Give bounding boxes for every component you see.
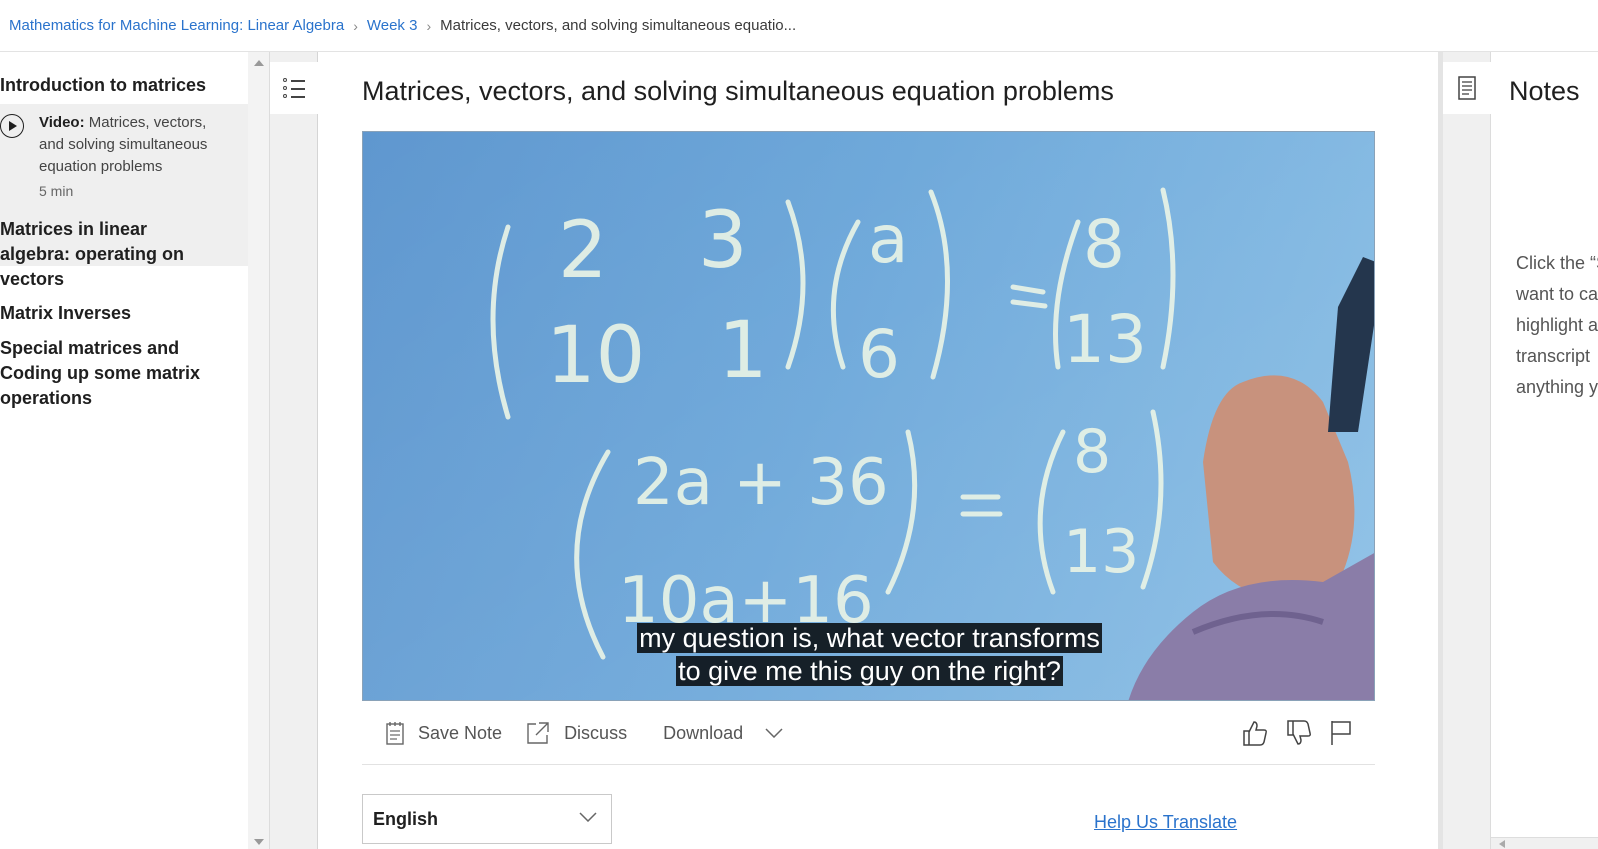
- chevron-right-icon: ›: [426, 17, 432, 34]
- notes-horizontal-scrollbar[interactable]: [1491, 837, 1598, 849]
- page-title: Matrices, vectors, and solving simultane…: [362, 76, 1114, 106]
- outline-toggle-button[interactable]: [270, 62, 318, 114]
- thumbs-up-icon[interactable]: [1241, 719, 1269, 747]
- svg-text:a: a: [868, 201, 908, 278]
- notes-document-icon: [1458, 76, 1476, 100]
- language-value: English: [373, 808, 439, 829]
- svg-text:2a + 36: 2a + 36: [633, 446, 889, 520]
- breadcrumb-current: Matrices, vectors, and solving simultane…: [440, 17, 797, 34]
- external-link-icon: [527, 722, 549, 744]
- transcript-language-select[interactable]: English: [362, 794, 612, 844]
- scroll-up-arrow-icon[interactable]: [254, 60, 264, 66]
- lesson-type-label: Video:: [39, 114, 85, 131]
- notes-hint-line: transcript: [1516, 346, 1591, 366]
- chevron-right-icon: ›: [353, 17, 358, 34]
- flag-icon[interactable]: [1329, 719, 1353, 747]
- svg-text:8: 8: [1073, 417, 1111, 487]
- whiteboard-video-frame: 2 3 10 1 a 6 8 13 2a + 36 10a+16 8 13: [363, 132, 1374, 700]
- sidebar-section-intro[interactable]: Introduction to matrices: [0, 73, 216, 98]
- svg-text:6: 6: [858, 316, 900, 393]
- notes-panel: Notes Click the “S want to ca highlight …: [1491, 52, 1598, 849]
- discuss-label: Discuss: [564, 722, 628, 743]
- lecture-main: Matrices, vectors, and solving simultane…: [318, 52, 1438, 849]
- lesson-duration: 5 min: [39, 183, 74, 199]
- svg-text:10: 10: [546, 311, 645, 401]
- svg-text:2: 2: [558, 206, 608, 296]
- notes-toggle-button[interactable]: [1443, 62, 1491, 114]
- list-icon: [283, 78, 305, 98]
- breadcrumb-week-link[interactable]: Week 3: [367, 17, 418, 34]
- save-note-button[interactable]: Save Note: [386, 721, 502, 745]
- notes-title: Notes: [1509, 76, 1580, 106]
- course-outline-sidebar: Introduction to matrices Video: Matrices…: [0, 52, 248, 849]
- breadcrumb-course-link[interactable]: Mathematics for Machine Learning: Linear…: [9, 17, 344, 34]
- sidebar-section-inverses[interactable]: Matrix Inverses: [0, 301, 141, 326]
- play-circle-icon: [0, 114, 24, 138]
- sidebar-section-special[interactable]: Special matrices and Coding up some matr…: [0, 336, 215, 411]
- svg-text:1: 1: [718, 306, 768, 396]
- download-button[interactable]: Download: [663, 723, 797, 744]
- download-label: Download: [663, 722, 744, 743]
- scroll-down-arrow-icon[interactable]: [254, 839, 264, 845]
- svg-text:13: 13: [1063, 517, 1139, 587]
- video-toolbar: Save Note Discuss Download: [362, 702, 1375, 765]
- caption-line-2: to give me this guy on the right?: [676, 656, 1063, 686]
- chevron-down-icon: [579, 812, 597, 822]
- notes-hint: Click the “S want to ca highlight a tran…: [1516, 248, 1598, 403]
- svg-text:8: 8: [1083, 206, 1125, 283]
- outline-toggle-strip: [270, 52, 318, 849]
- svg-text:3: 3: [698, 196, 748, 286]
- notes-hint-line: want to ca: [1516, 284, 1598, 304]
- help-us-translate-link[interactable]: Help Us Translate: [1094, 812, 1237, 833]
- caption-line-1: my question is, what vector transforms: [637, 623, 1102, 653]
- chevron-down-icon: [765, 728, 783, 738]
- sidebar-section-operating[interactable]: Matrices in linear algebra: operating on…: [0, 217, 215, 292]
- breadcrumb: Mathematics for Machine Learning: Linear…: [0, 0, 1598, 52]
- lesson-title[interactable]: Video: Matrices, vectors, and solving si…: [39, 112, 234, 178]
- sidebar-scrollbar[interactable]: [248, 52, 270, 849]
- notes-toggle-strip: [1443, 52, 1491, 849]
- video-player[interactable]: 2 3 10 1 a 6 8 13 2a + 36 10a+16 8 13 my…: [362, 131, 1375, 701]
- save-note-label: Save Note: [418, 722, 503, 743]
- notes-hint-line: anything y: [1516, 377, 1598, 397]
- discuss-button[interactable]: Discuss: [526, 721, 627, 745]
- video-caption: my question is, what vector transforms t…: [363, 622, 1374, 688]
- thumbs-down-icon[interactable]: [1285, 719, 1313, 747]
- svg-text:13: 13: [1063, 301, 1147, 378]
- notes-hint-line: highlight a: [1516, 315, 1598, 335]
- notes-hint-line: Click the “S: [1516, 253, 1598, 273]
- note-icon: [386, 722, 404, 745]
